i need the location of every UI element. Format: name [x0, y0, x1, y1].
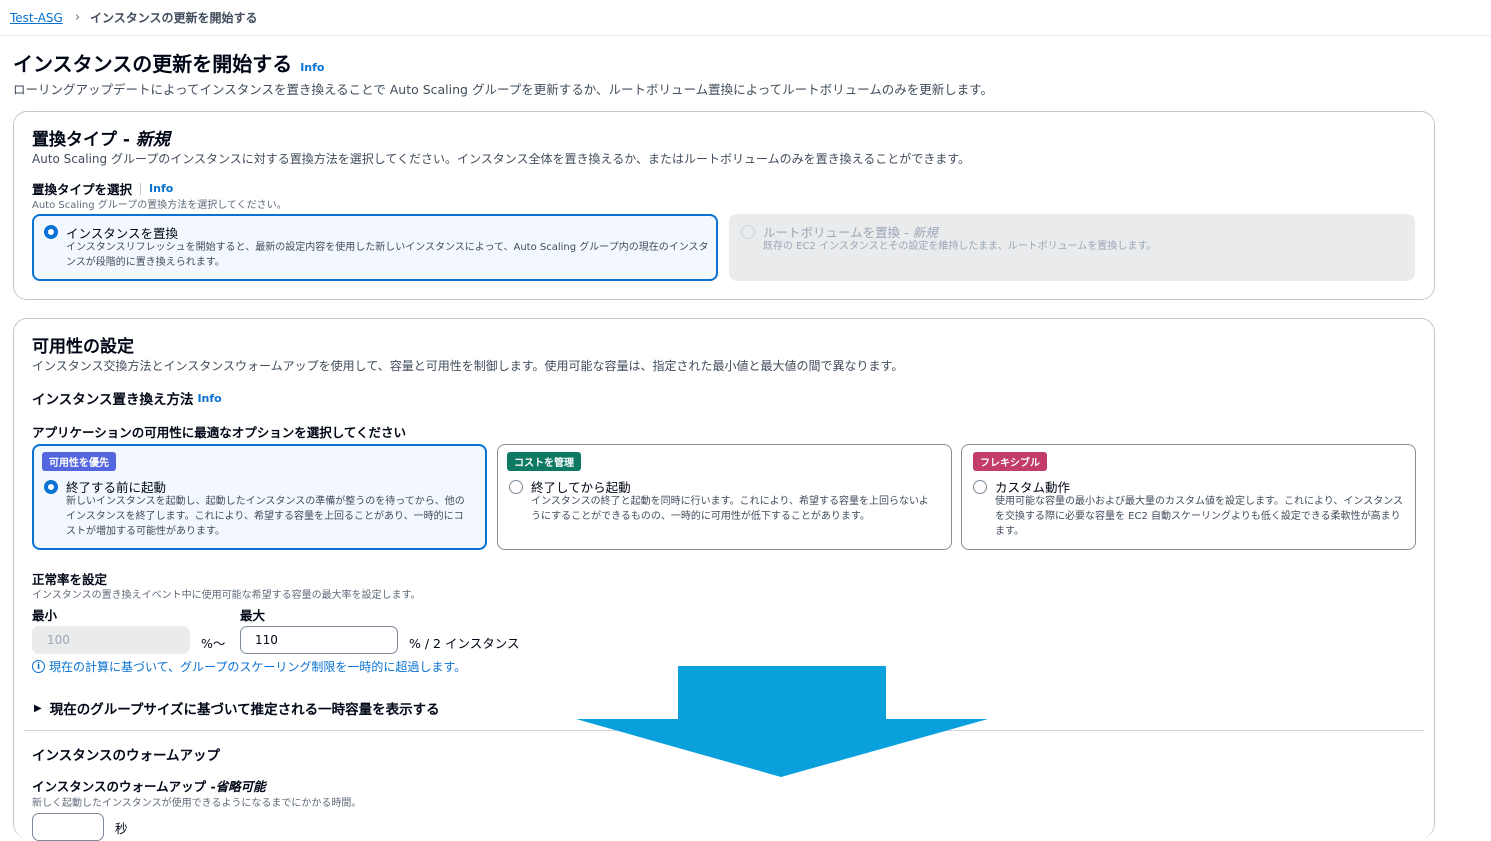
chevron-right-icon: ›	[74, 10, 81, 25]
min-label: 最小	[32, 608, 58, 623]
replace-instance-desc: インスタンスリフレッシュを開始すると、最新の設定内容を使用した新しいインスタンス…	[66, 242, 709, 268]
replace-root-volume-new-tag: 新規	[912, 225, 938, 240]
warmup-label: インスタンスのウォームアップ - 省略可能	[32, 776, 266, 795]
min-healthy-input: 100	[32, 626, 190, 654]
page-info-link[interactable]: Info	[300, 61, 324, 74]
launch-before-terminate-desc: 新しいインスタンスを起動し、起動したインスタンスの準備が整うのを待ってから、他の…	[66, 496, 465, 537]
terminate-then-launch-radio[interactable]	[509, 480, 523, 494]
max-label: 最大	[240, 608, 266, 623]
divider	[140, 182, 142, 195]
replacement-method-label-text: インスタンス置き換え方法	[32, 392, 194, 408]
temporary-capacity-expander-label: 現在のグループサイズに基づいて推定される一時容量を表示する	[49, 702, 440, 718]
availability-title: 可用性の設定	[32, 337, 134, 357]
max-unit: % / 2 インスタンス	[409, 636, 520, 651]
replacement-type-new-tag: 新規	[135, 130, 170, 150]
warmup-hint: 新しく起動したインスタンスが使用できるようになるまでにかかる時間。	[32, 798, 362, 809]
scaling-limit-notice: i 現在の計算に基づいて、グループのスケーリング制限を一時的に超過します。	[32, 658, 466, 675]
down-arrow-shape	[576, 666, 988, 777]
replacement-type-panel: 置換タイプ - 新規 Auto Scaling グループのインスタンスに対する置…	[13, 111, 1435, 300]
healthy-percentage-hint: インスタンスの置き換えイベント中に使用可能な希望する容量の最大率を設定します。	[32, 590, 421, 601]
warmup-label-text: インスタンスのウォームアップ -	[32, 779, 216, 794]
availability-description: インスタンス交換方法とインスタンスウォームアップを使用して、容量と可用性を制御し…	[32, 359, 904, 373]
select-type-hint: Auto Scaling グループの置換方法を選択してください。	[32, 200, 287, 211]
temporary-capacity-expander[interactable]: ▶ 現在のグループサイズに基づいて推定される一時容量を表示する	[34, 698, 440, 718]
caret-right-icon: ▶	[34, 702, 42, 714]
launch-before-terminate-radio[interactable]	[44, 480, 58, 494]
breadcrumb: Test-ASG › インスタンスの更新を開始する	[0, 0, 1491, 36]
terminate-then-launch-desc: インスタンスの終了と起動を同時に行います。これにより、希望する容量を上回らないよ…	[531, 496, 929, 522]
breadcrumb-current: インスタンスの更新を開始する	[90, 11, 258, 25]
breadcrumb-link-asg[interactable]: Test-ASG	[10, 11, 63, 25]
option-custom-behavior[interactable]: フレキシブル カスタム動作 使用可能な容量の最小および最大量のカスタム値を設定し…	[961, 444, 1416, 550]
badge-cost-management: コストを管理	[507, 452, 581, 471]
replacement-type-heading: 置換タイプ - 新規	[32, 125, 170, 150]
option-replace-root-volume: ルートボリュームを置換 - 新規 既存の EC2 インスタンスとその設定を維持し…	[729, 214, 1415, 281]
replace-root-volume-title-text: ルートボリュームを置換 -	[763, 225, 913, 240]
warmup-optional-tag: 省略可能	[215, 779, 266, 794]
warmup-unit: 秒	[115, 821, 128, 836]
select-type-info-link[interactable]: Info	[149, 182, 173, 195]
page-description: ローリングアップデートによってインスタンスを置き換えることで Auto Scal…	[13, 82, 993, 97]
custom-behavior-desc: 使用可能な容量の最小および最大量のカスタム値を設定します。これにより、インスタン…	[995, 496, 1403, 537]
page-title: インスタンスの更新を開始する Info	[13, 48, 324, 77]
scaling-limit-notice-text: 現在の計算に基づいて、グループのスケーリング制限を一時的に超過します。	[49, 660, 467, 674]
max-healthy-input[interactable]: 110	[240, 626, 398, 654]
custom-behavior-radio[interactable]	[973, 480, 987, 494]
replace-root-volume-radio	[741, 225, 755, 239]
badge-availability-priority: 可用性を優先	[42, 452, 116, 471]
badge-flexible: フレキシブル	[973, 452, 1047, 471]
page-title-text: インスタンスの更新を開始する	[13, 52, 293, 76]
replace-instance-radio[interactable]	[44, 225, 58, 239]
option-launch-before-terminate[interactable]: 可用性を優先 終了する前に起動 新しいインスタンスを起動し、起動したインスタンス…	[32, 444, 487, 550]
option-terminate-then-launch[interactable]: コストを管理 終了してから起動 インスタンスの終了と起動を同時に行います。これに…	[497, 444, 952, 550]
info-circle-icon: i	[32, 660, 45, 673]
warmup-section-title: インスタンスのウォームアップ	[32, 748, 221, 764]
replacement-type-description: Auto Scaling グループのインスタンスに対する置換方法を選択してくださ…	[32, 152, 971, 166]
replace-root-volume-desc: 既存の EC2 インスタンスとその設定を維持したまま、ルートボリュームを置換しま…	[763, 241, 1157, 252]
replacement-type-title: 置換タイプ -	[32, 130, 136, 150]
warmup-seconds-input[interactable]	[32, 813, 104, 841]
replacement-method-label: インスタンス置き換え方法 Info	[32, 388, 222, 409]
option-replace-instance[interactable]: インスタンスを置換 インスタンスリフレッシュを開始すると、最新の設定内容を使用し…	[32, 214, 718, 281]
replacement-method-info-link[interactable]: Info	[197, 392, 221, 405]
down-arrow-icon	[576, 666, 988, 777]
min-unit: %～	[201, 636, 226, 651]
choose-option-label: アプリケーションの可用性に最適なオプションを選択してください	[32, 425, 407, 440]
